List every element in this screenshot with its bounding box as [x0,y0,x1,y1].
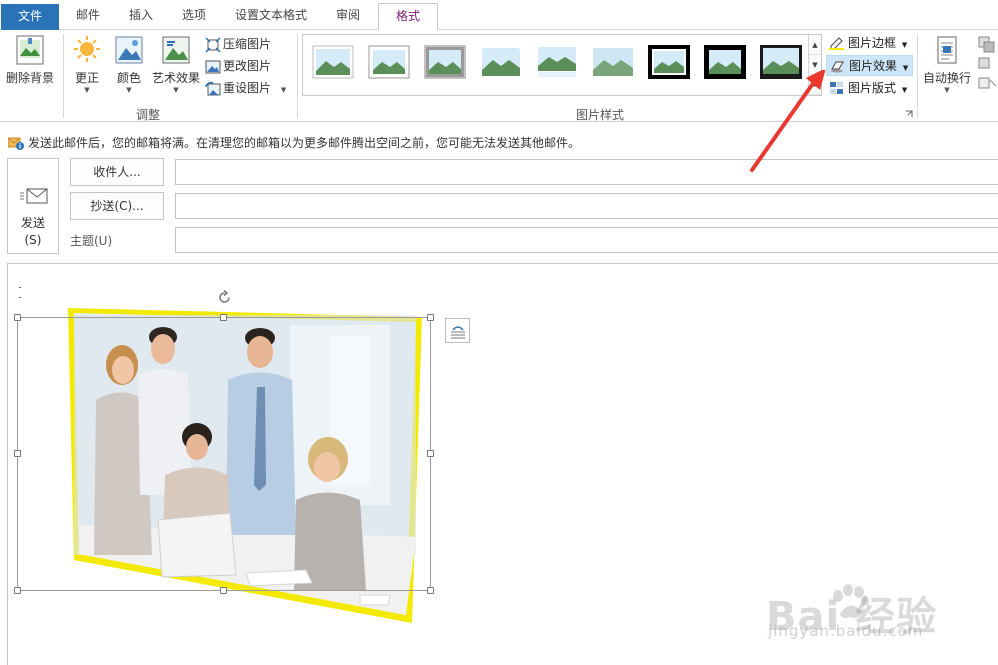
reset-picture-label: 重设图片 [223,81,272,95]
change-picture-button[interactable]: 更改图片 [205,56,271,76]
artistic-effects-icon [162,36,190,64]
cc-field[interactable] [175,193,998,219]
tab-mail[interactable]: 邮件 [66,3,110,30]
resize-handle-left[interactable] [14,450,21,457]
mail-info-icon [7,137,24,150]
correct-label: 更正 [74,71,99,85]
compress-pictures-button[interactable]: 压缩图片 [205,34,271,54]
red-arrow-annotation [750,70,826,172]
send-shortcut: (S) [24,233,42,247]
ribbon: 删除背景 更正 ▼ 颜色 ▼ 艺术效果 ▼ 压缩图片 更改图片 重设图片 ▼ 调… [0,30,998,122]
chevron-down-icon[interactable]: ▼ [281,86,286,94]
dialog-launcher-icon[interactable] [905,110,913,118]
resize-handle-top-left[interactable] [14,314,21,321]
resize-handle-top[interactable] [220,314,227,321]
style-thumb-3[interactable] [423,44,467,80]
watermark-url: jingyan.baidu.com [768,622,924,640]
send-button[interactable]: 发送 (S) [7,158,59,254]
subject-field[interactable] [175,227,998,253]
tab-insert[interactable]: 插入 [119,3,163,30]
to-button[interactable]: 收件人... [70,158,164,186]
paragraph-marks [19,287,22,301]
separator [917,34,918,118]
picture-color-icon [115,36,143,64]
chevron-down-icon: ▼ [173,86,179,94]
remove-background-label: 删除背景 [5,71,54,85]
tab-format-text[interactable]: 设置文本格式 [225,3,317,30]
chevron-up-icon[interactable]: ▲ [809,35,821,55]
rotate-handle-icon[interactable] [217,290,232,305]
reset-picture-button[interactable]: 重设图片 ▼ [205,78,286,98]
send-label: 发送 [20,216,45,230]
wrap-text-icon [937,36,957,64]
envelope-icon [20,188,48,204]
tab-format[interactable]: 格式 [378,3,438,30]
cc-button[interactable]: 抄送(C)... [70,192,164,220]
infobar-text: 发送此邮件后，您的邮箱将满。在清理您的邮箱以为更多邮件腾出空间之前，您可能无法发… [28,136,581,150]
chevron-down-icon: ▼ [901,41,908,49]
picture-layout-label: 图片版式 [848,81,897,95]
style-thumb-6[interactable] [591,44,635,80]
compress-icon [205,36,221,53]
separator [63,34,64,118]
pencil-icon [829,37,844,50]
resize-handle-top-right[interactable] [427,314,434,321]
resize-handle-bottom-right[interactable] [427,587,434,594]
chevron-down-icon: ▼ [902,64,909,72]
adjust-group-label: 调整 [135,108,160,122]
remove-background-icon [16,35,44,65]
correct-button[interactable]: 更正 ▼ [68,34,106,94]
style-thumb-2[interactable] [367,44,411,80]
picture-layout-icon [830,82,843,94]
layout-options-button[interactable] [445,318,470,343]
artistic-effects-button[interactable]: 艺术效果 ▼ [150,34,202,94]
subject-label: 主题(U) [70,234,113,248]
chevron-down-icon: ▼ [901,86,908,94]
compress-label: 压缩图片 [223,37,272,51]
wrap-text-button[interactable]: 自动换行 ▼ [921,34,973,94]
ribbon-tabs: 文件 邮件 插入 选项 设置文本格式 审阅 格式 [0,0,998,30]
picture-effects-icon [831,61,844,73]
color-label: 颜色 [116,71,141,85]
separator [297,34,298,118]
color-button[interactable]: 颜色 ▼ [110,34,148,94]
style-thumb-7[interactable] [647,44,691,80]
remove-background-button[interactable]: 删除背景 [2,34,58,86]
style-thumb-5[interactable] [535,44,579,80]
chevron-down-icon: ▼ [944,86,950,94]
mailbox-full-infobar: 发送此邮件后，您的邮箱将满。在清理您的邮箱以为更多邮件腾出空间之前，您可能无法发… [0,133,998,153]
chevron-down-icon: ▼ [126,86,132,94]
style-thumb-4[interactable] [479,44,523,80]
paw-icon [833,584,869,618]
picture-selection-box [17,317,431,591]
reset-picture-icon [205,81,221,95]
picture-border-label: 图片边框 [848,36,897,50]
layout-options-icon [451,326,465,339]
picture-border-button[interactable]: 图片边框 ▼ [826,33,911,54]
tab-options[interactable]: 选项 [172,3,216,30]
baidu-watermark: Bai 经验 jingyan.baidu.com [762,584,998,644]
picture-effects-label: 图片效果 [849,59,898,73]
wrap-text-label: 自动换行 [922,71,971,85]
arrange-icons[interactable] [976,34,998,96]
change-picture-label: 更改图片 [223,59,272,73]
change-picture-icon [205,60,221,73]
resize-handle-bottom-left[interactable] [14,587,21,594]
picture-layout-button[interactable]: 图片版式 ▼ [826,78,911,99]
tab-review[interactable]: 审阅 [326,3,370,30]
outlook-compose-window: 文件 邮件 插入 选项 设置文本格式 审阅 格式 删除背景 更正 ▼ 颜色 ▼ … [0,0,998,665]
artistic-effects-label: 艺术效果 [151,71,200,85]
tab-file[interactable]: 文件 [1,4,59,30]
resize-handle-bottom[interactable] [220,587,227,594]
sun-icon [74,36,100,62]
chevron-down-icon: ▼ [84,86,90,94]
to-field[interactable] [175,159,998,185]
resize-handle-right[interactable] [427,450,434,457]
picture-effects-button[interactable]: 图片效果 ▼ [826,55,914,76]
style-thumb-1[interactable] [311,44,355,80]
